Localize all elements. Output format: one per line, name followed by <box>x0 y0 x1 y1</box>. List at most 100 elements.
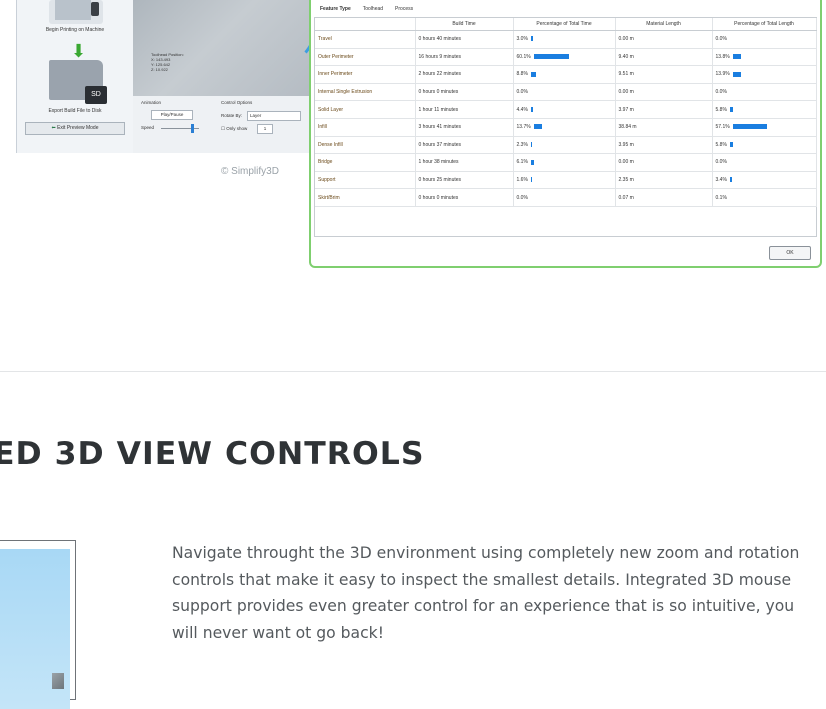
build-time-cell: 2 hours 22 minutes <box>415 65 514 84</box>
column-header: Percentage of Total Length <box>712 18 817 31</box>
length-percentage-bar <box>732 124 768 130</box>
printer-icon[interactable] <box>49 0 103 24</box>
time-percentage-cell-text: 60.1% <box>516 53 531 60</box>
time-percentage-cell-text: 1.6% <box>516 177 528 184</box>
length-percentage-cell-text: 13.8% <box>715 53 730 60</box>
feature-name-cell-text: Bridge <box>318 159 333 166</box>
copyright-watermark: © Simplify3D <box>221 166 279 177</box>
table-row: Inner Perimeter 2 hours 22 minutes 8.8% 9.5… <box>315 65 817 84</box>
material-length-cell: 2.35 m <box>615 171 713 190</box>
build-time-cell-text: 2 hours 22 minutes <box>418 71 462 78</box>
tab-process[interactable]: Process <box>389 4 419 14</box>
column-header: Percentage of Total Time <box>513 18 616 31</box>
time-percentage-cell: 4.4% <box>513 100 616 119</box>
material-length-cell-text: 3.95 m <box>618 141 634 148</box>
tab-feature-type[interactable]: Feature Type <box>314 4 357 14</box>
only-show-checkbox[interactable]: ☐ Only show <box>221 126 247 132</box>
rotate-by-select[interactable]: Layer <box>247 111 301 121</box>
material-length-cell: 38.84 m <box>615 118 713 137</box>
speed-slider-thumb[interactable] <box>191 124 194 133</box>
build-time-cell: 0 hours 0 minutes <box>415 83 514 102</box>
material-length-cell: 3.97 m <box>615 100 713 119</box>
table-row: Support 0 hours 25 minutes 1.6% 2.35 m 3.4% <box>315 171 817 190</box>
feature-name-cell: Inner Perimeter <box>315 65 416 84</box>
feature-name-cell-text: Infill <box>318 124 327 131</box>
material-length-cell-text: 9.40 m <box>618 53 634 60</box>
build-time-cell: 1 hour 38 minutes <box>415 153 514 172</box>
material-length-cell: 0.00 m <box>615 83 713 102</box>
length-percentage-bar <box>729 106 734 112</box>
length-percentage-cell: 0.0% <box>712 30 817 49</box>
feature-name-cell: Internal Single Extrusion <box>315 83 416 102</box>
ok-button[interactable]: OK <box>769 246 811 260</box>
material-length-cell: 9.40 m <box>615 48 713 67</box>
feature-name-cell-text: Inner Perimeter <box>318 71 353 78</box>
material-length-cell-text: 38.84 m <box>618 124 637 131</box>
speed-label: Speed <box>141 125 155 130</box>
feature-name-cell-text: Solid Layer <box>318 106 344 113</box>
exit-preview-label: Exit Preview Mode <box>57 125 99 131</box>
time-percentage-cell-text: 6.1% <box>516 159 528 166</box>
build-time-cell: 16 hours 9 minutes <box>415 48 514 67</box>
time-percentage-bar <box>533 54 569 60</box>
feature-name-cell-text: Skirt/Brim <box>318 194 340 201</box>
material-length-cell-text: 0.00 m <box>618 36 634 43</box>
length-percentage-cell: 3.4% <box>712 171 817 190</box>
material-length-cell: 3.95 m <box>615 136 713 155</box>
time-percentage-bar <box>530 36 533 42</box>
build-time-cell-text: 0 hours 0 minutes <box>418 89 459 96</box>
length-percentage-cell-text: 5.8% <box>715 141 727 148</box>
statistics-table: Build Time Percentage of Total Time Mate… <box>314 17 817 237</box>
table-row: Outer Perimeter 16 hours 9 minutes 60.1% 9.… <box>315 48 817 67</box>
view-cube-icon <box>52 673 64 689</box>
build-time-cell-text: 0 hours 40 minutes <box>418 36 462 43</box>
tab-toolhead[interactable]: Toolhead <box>357 4 389 14</box>
build-time-cell-text: 0 hours 37 minutes <box>418 141 462 148</box>
feature-name-cell-text: Outer Perimeter <box>318 53 354 60</box>
time-percentage-cell: 8.8% <box>513 65 616 84</box>
length-percentage-bar <box>729 177 732 183</box>
time-percentage-cell-text: 2.3% <box>516 141 528 148</box>
3d-viewport[interactable]: Toolhead Position: X: 143.493 Y: 125.642… <box>133 0 309 96</box>
toolhead-position-info: Toolhead Position: X: 143.493 Y: 125.642… <box>151 52 184 72</box>
only-show-input[interactable]: 1 <box>257 124 273 134</box>
length-percentage-cell-text: 0.0% <box>715 159 727 166</box>
feature-name-cell-text: Internal Single Extrusion <box>318 89 373 96</box>
build-time-cell-text: 1 hour 11 minutes <box>418 106 459 113</box>
preview-controls: Animation Play/Pause Speed Control Optio… <box>133 96 309 153</box>
length-percentage-cell-text: 0.1% <box>715 194 727 201</box>
time-percentage-cell-text: 13.7% <box>516 124 531 131</box>
exit-preview-button[interactable]: ⬅ Exit Preview Mode <box>25 122 125 135</box>
animation-label: Animation <box>141 100 162 105</box>
material-length-cell-text: 9.51 m <box>618 71 634 78</box>
preview-panel-image: Begin Printing on Machine ⬇ Export Build… <box>16 0 309 153</box>
feature-name-cell: Infill <box>315 118 416 137</box>
table-row: Skirt/Brim 0 hours 0 minutes 0.0% 0.07 m 0.1… <box>315 188 817 207</box>
rotate-by-label: Rotate By: <box>221 113 243 118</box>
length-percentage-cell: 5.8% <box>712 136 817 155</box>
folder-sd-icon[interactable] <box>49 60 107 104</box>
material-length-cell: 0.07 m <box>615 188 713 207</box>
length-percentage-cell: 13.8% <box>712 48 817 67</box>
table-row: Bridge 1 hour 38 minutes 6.1% 0.00 m 0.0% <box>315 153 817 172</box>
length-percentage-cell-text: 5.8% <box>715 106 727 113</box>
time-percentage-cell-text: 0.0% <box>516 89 528 96</box>
time-percentage-cell-text: 8.8% <box>516 71 528 78</box>
section-description: Navigate throught the 3D environment usi… <box>172 544 800 642</box>
feature-name-cell-text: Travel <box>318 36 332 43</box>
material-length-cell-text: 2.35 m <box>618 177 634 184</box>
column-header: Build Time <box>415 18 514 31</box>
build-time-cell: 0 hours 25 minutes <box>415 171 514 190</box>
length-percentage-cell-text: 57.1% <box>715 124 730 131</box>
time-percentage-cell: 0.0% <box>513 188 616 207</box>
length-percentage-cell: 13.9% <box>712 65 817 84</box>
build-time-cell-text: 0 hours 25 minutes <box>418 177 462 184</box>
length-percentage-cell: 0.0% <box>712 83 817 102</box>
play-pause-button[interactable]: Play/Pause <box>151 110 193 120</box>
build-time-cell: 0 hours 37 minutes <box>415 136 514 155</box>
build-statistics-dialog: Feature Type Toolhead Process Build Time… <box>309 0 822 268</box>
only-show-label: Only show <box>226 126 248 131</box>
length-percentage-cell-text: 0.0% <box>715 36 727 43</box>
time-percentage-cell-text: 4.4% <box>516 106 528 113</box>
dialog-tabs: Feature Type Toolhead Process <box>314 4 419 14</box>
